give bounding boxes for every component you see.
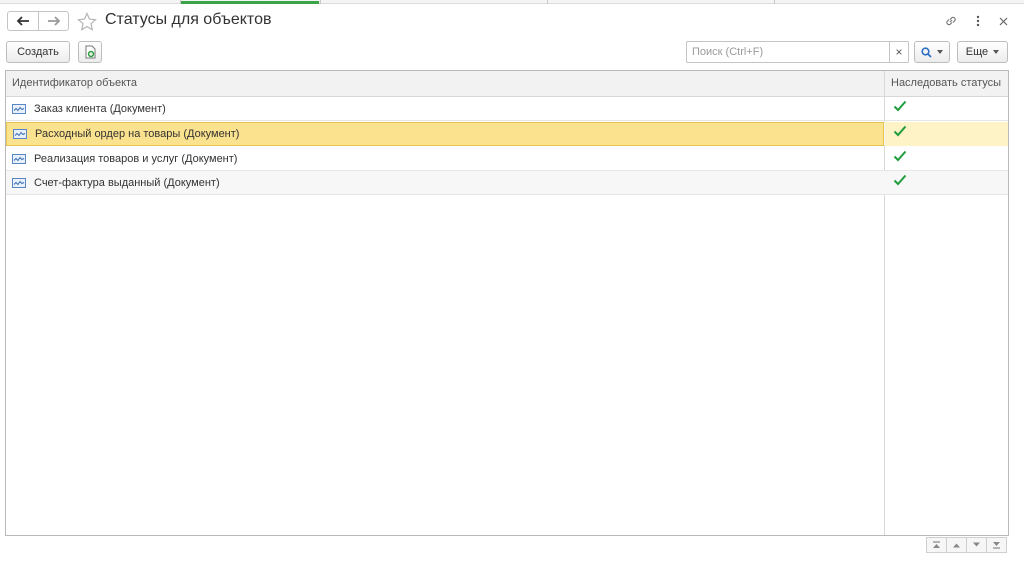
- inherit-statuses-cell[interactable]: [885, 147, 1008, 171]
- table-row-selected[interactable]: Расходный ордер на товары (Документ): [6, 122, 1008, 146]
- table-row[interactable]: Реализация товаров и услуг (Документ): [6, 147, 1008, 171]
- checkmark-icon: [893, 100, 907, 112]
- add-copy-icon: [85, 45, 95, 59]
- search-icon: [921, 46, 932, 58]
- scroll-bottom-icon: [993, 542, 1000, 549]
- inherit-statuses-cell[interactable]: [885, 97, 1008, 121]
- table-row[interactable]: Счет-фактура выданный (Документ): [6, 171, 1008, 195]
- checkmark-icon: [893, 150, 907, 162]
- search-button[interactable]: [914, 41, 950, 63]
- link-icon: [946, 16, 956, 26]
- forward-button[interactable]: [38, 12, 68, 30]
- create-button[interactable]: Создать: [6, 41, 70, 63]
- document-icon: [12, 178, 26, 188]
- checkmark-icon: [893, 125, 907, 137]
- scroll-up-button[interactable]: [946, 537, 967, 553]
- object-name: Реализация товаров и услуг (Документ): [34, 153, 238, 165]
- object-name: Счет-фактура выданный (Документ): [34, 177, 220, 189]
- document-icon: [12, 104, 26, 114]
- document-icon: [12, 154, 26, 164]
- object-name: Заказ клиента (Документ): [34, 103, 166, 115]
- object-id-cell[interactable]: Заказ клиента (Документ): [6, 97, 884, 121]
- command-bar: Создать × Еще: [0, 38, 1024, 66]
- form-header: Статусы для объектов: [0, 4, 1024, 38]
- chevron-down-icon: [993, 50, 1000, 54]
- navigation-buttons: [7, 11, 69, 31]
- scroll-up-icon: [953, 543, 960, 548]
- column-header-inherit-statuses[interactable]: Наследовать статусы: [885, 71, 1008, 96]
- search-clear-button[interactable]: ×: [889, 42, 908, 62]
- checkmark-icon: [893, 174, 907, 186]
- table-header: Идентификатор объекта Наследовать статус…: [6, 71, 1008, 97]
- scroll-down-button[interactable]: [966, 537, 987, 553]
- copy-button[interactable]: [78, 41, 102, 63]
- close-button[interactable]: [996, 14, 1010, 28]
- list-scroll-buttons: [926, 537, 1011, 553]
- favorite-button[interactable]: [77, 12, 97, 32]
- arrow-left-icon: [16, 16, 29, 26]
- objects-table: Идентификатор объекта Наследовать статус…: [5, 70, 1009, 536]
- arrow-right-icon: [47, 16, 60, 26]
- inherit-statuses-cell[interactable]: [885, 171, 1008, 195]
- object-id-cell[interactable]: Расходный ордер на товары (Документ): [6, 122, 884, 146]
- scroll-top-button[interactable]: [926, 537, 947, 553]
- search-input[interactable]: [687, 42, 889, 62]
- link-button[interactable]: [944, 14, 958, 28]
- column-header-object-id[interactable]: Идентификатор объекта: [6, 71, 884, 96]
- scroll-down-icon: [973, 542, 980, 547]
- more-actions-button[interactable]: [971, 14, 985, 28]
- page-title: Статусы для объектов: [105, 11, 272, 28]
- vertical-dots-icon: [976, 15, 980, 27]
- back-button[interactable]: [8, 12, 38, 30]
- more-button-label: Еще: [965, 46, 989, 58]
- document-icon: [13, 129, 27, 139]
- star-icon: [77, 12, 97, 31]
- close-icon: [999, 17, 1007, 25]
- object-id-cell[interactable]: Счет-фактура выданный (Документ): [6, 171, 884, 195]
- chevron-down-icon: [937, 50, 943, 54]
- scroll-top-icon: [933, 541, 940, 548]
- more-button[interactable]: Еще: [957, 41, 1008, 63]
- object-name: Расходный ордер на товары (Документ): [35, 128, 240, 140]
- table-row[interactable]: Заказ клиента (Документ): [6, 97, 1008, 121]
- scroll-bottom-button[interactable]: [986, 537, 1007, 553]
- search-box: ×: [686, 41, 909, 63]
- object-id-cell[interactable]: Реализация товаров и услуг (Документ): [6, 147, 884, 171]
- inherit-statuses-cell[interactable]: [885, 122, 1008, 146]
